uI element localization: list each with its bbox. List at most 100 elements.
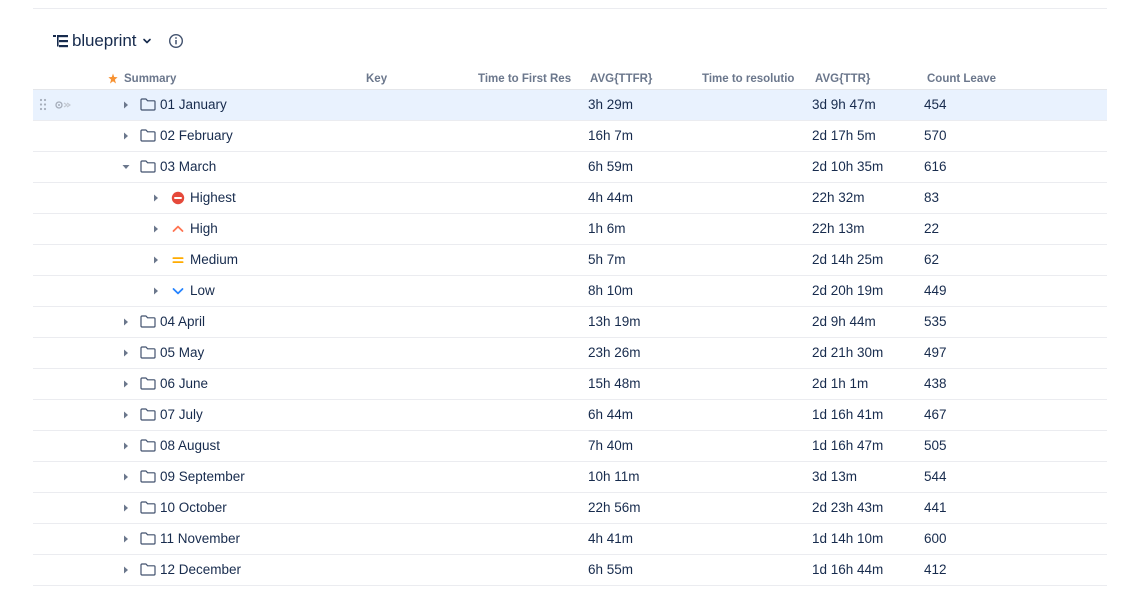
caret-right-icon[interactable] <box>121 410 131 420</box>
row-avg-ttfr: 22h 56m <box>588 500 641 515</box>
row-summary: Low <box>190 283 215 298</box>
table-row-group[interactable]: 01 January 3h 29m 3d 9h 47m 454 <box>33 89 1107 121</box>
priority-high-icon <box>172 225 184 232</box>
caret-right-icon[interactable] <box>121 317 131 327</box>
column-header-time-to-resolution[interactable]: Time to resolutio <box>702 73 800 89</box>
table-row-priority[interactable]: Medium 5h 7m 2d 14h 25m 62 <box>33 245 1107 276</box>
row-count-leave: 441 <box>924 500 947 515</box>
chevron-down-icon[interactable] <box>142 36 152 46</box>
row-summary: 02 February <box>160 128 233 143</box>
caret-right-icon[interactable] <box>121 441 131 451</box>
table-row-group[interactable]: 11 November 4h 41m 1d 14h 10m 600 <box>33 524 1107 555</box>
row-avg-ttr: 2d 20h 19m <box>812 283 884 298</box>
folder-icon <box>140 563 156 576</box>
view-title[interactable]: blueprint <box>72 31 136 51</box>
row-avg-ttfr: 13h 19m <box>588 314 641 329</box>
folder-icon <box>140 532 156 545</box>
column-header-avg-ttr[interactable]: AVG{TTR} <box>815 73 915 89</box>
table-row-group[interactable]: 06 June 15h 48m 2d 1h 1m 438 <box>33 369 1107 400</box>
row-count-leave: 449 <box>924 283 947 298</box>
row-avg-ttfr: 4h 44m <box>588 190 634 205</box>
caret-right-icon[interactable] <box>121 472 131 482</box>
row-summary: 05 May <box>160 345 205 360</box>
column-header-avg-ttfr[interactable]: AVG{TTFR} <box>590 73 690 89</box>
row-summary: High <box>190 221 218 236</box>
row-avg-ttr: 1d 16h 41m <box>812 407 884 422</box>
row-count-leave: 505 <box>924 438 947 453</box>
row-avg-ttfr: 3h 29m <box>588 97 634 112</box>
priority-highest-icon <box>171 191 185 205</box>
row-count-leave: 412 <box>924 562 947 577</box>
priority-medium-icon <box>172 257 184 263</box>
row-avg-ttr: 2d 14h 25m <box>812 252 884 267</box>
row-summary: 11 November <box>160 531 241 546</box>
column-header-key[interactable]: Key <box>366 73 446 89</box>
table-row-group[interactable]: 04 April 13h 19m 2d 9h 44m 535 <box>33 307 1107 338</box>
structure-view-icon <box>53 35 68 48</box>
row-count-leave: 616 <box>924 159 947 174</box>
table-row-group[interactable]: 08 August 7h 40m 1d 16h 47m 505 <box>33 431 1107 462</box>
star-icon <box>108 73 118 84</box>
row-avg-ttfr: 16h 7m <box>588 128 634 143</box>
folder-icon <box>140 129 156 142</box>
caret-right-icon[interactable] <box>121 503 131 513</box>
row-count-leave: 438 <box>924 376 947 391</box>
caret-right-icon[interactable] <box>121 565 131 575</box>
row-avg-ttfr: 4h 41m <box>588 531 634 546</box>
table-row-group[interactable]: 12 December 6h 55m 1d 16h 44m 412 <box>33 555 1107 586</box>
caret-right-icon[interactable] <box>121 348 131 358</box>
row-avg-ttfr: 7h 40m <box>588 438 634 453</box>
row-summary: 01 January <box>160 97 227 112</box>
row-avg-ttr: 1d 16h 47m <box>812 438 884 453</box>
table-row-group[interactable]: 02 February 16h 7m 2d 17h 5m 570 <box>33 121 1107 152</box>
row-count-leave: 600 <box>924 531 947 546</box>
row-summary: 06 June <box>160 376 209 391</box>
table-row-group[interactable]: 03 March 6h 59m 2d 10h 35m 616 <box>33 152 1107 183</box>
table-row-group[interactable]: 09 September 10h 11m 3d 13m 544 <box>33 462 1107 493</box>
table-row-priority[interactable]: Highest 4h 44m 22h 32m 83 <box>33 183 1107 214</box>
column-header-count-leave[interactable]: Count Leave <box>927 73 997 89</box>
caret-right-icon[interactable] <box>121 534 131 544</box>
row-avg-ttr: 22h 13m <box>812 221 865 236</box>
row-avg-ttfr: 1h 6m <box>588 221 626 236</box>
row-summary: 03 March <box>160 159 217 174</box>
row-avg-ttr: 2d 10h 35m <box>812 159 884 174</box>
row-avg-ttr: 3d 13m <box>812 469 858 484</box>
table-row-group[interactable]: 05 May 23h 26m 2d 21h 30m 497 <box>33 338 1107 369</box>
caret-right-icon[interactable] <box>151 193 161 203</box>
table-row-group[interactable]: 10 October 22h 56m 2d 23h 43m 441 <box>33 493 1107 524</box>
structure-table: 01 January 3h 29m 3d 9h 47m 454 02 February 1… <box>33 89 1107 586</box>
row-avg-ttr: 2d 17h 5m <box>812 128 876 143</box>
row-count-leave: 467 <box>924 407 947 422</box>
caret-right-icon[interactable] <box>151 224 161 234</box>
column-header-summary[interactable]: Summary <box>124 73 324 89</box>
caret-right-icon[interactable] <box>151 286 161 296</box>
row-summary: 04 April <box>160 314 206 329</box>
caret-right-icon[interactable] <box>121 379 131 389</box>
row-summary: Medium <box>190 252 239 267</box>
row-summary: 09 September <box>160 469 245 484</box>
row-count-leave: 62 <box>924 252 940 267</box>
folder-icon <box>140 470 156 483</box>
caret-down-icon[interactable] <box>121 162 131 172</box>
row-summary: 07 July <box>160 407 203 422</box>
row-avg-ttr: 2d 1h 1m <box>812 376 869 391</box>
row-menu-icon[interactable] <box>55 100 71 110</box>
row-count-leave: 83 <box>924 190 940 205</box>
priority-low-icon <box>172 288 184 295</box>
folder-icon <box>140 160 156 173</box>
column-header-time-to-first-response[interactable]: Time to First Res <box>478 73 577 89</box>
folder-icon <box>140 346 156 359</box>
caret-right-icon[interactable] <box>151 255 161 265</box>
row-avg-ttfr: 6h 59m <box>588 159 634 174</box>
table-row-priority[interactable]: High 1h 6m 22h 13m 22 <box>33 214 1107 245</box>
drag-handle-icon[interactable] <box>39 97 47 113</box>
caret-right-icon[interactable] <box>121 131 131 141</box>
row-count-leave: 570 <box>924 128 947 143</box>
row-avg-ttfr: 5h 7m <box>588 252 626 267</box>
table-row-group[interactable]: 07 July 6h 44m 1d 16h 41m 467 <box>33 400 1107 431</box>
info-icon[interactable] <box>168 33 184 49</box>
caret-right-icon[interactable] <box>121 100 131 110</box>
row-avg-ttr: 1d 14h 10m <box>812 531 884 546</box>
table-row-priority[interactable]: Low 8h 10m 2d 20h 19m 449 <box>33 276 1107 307</box>
